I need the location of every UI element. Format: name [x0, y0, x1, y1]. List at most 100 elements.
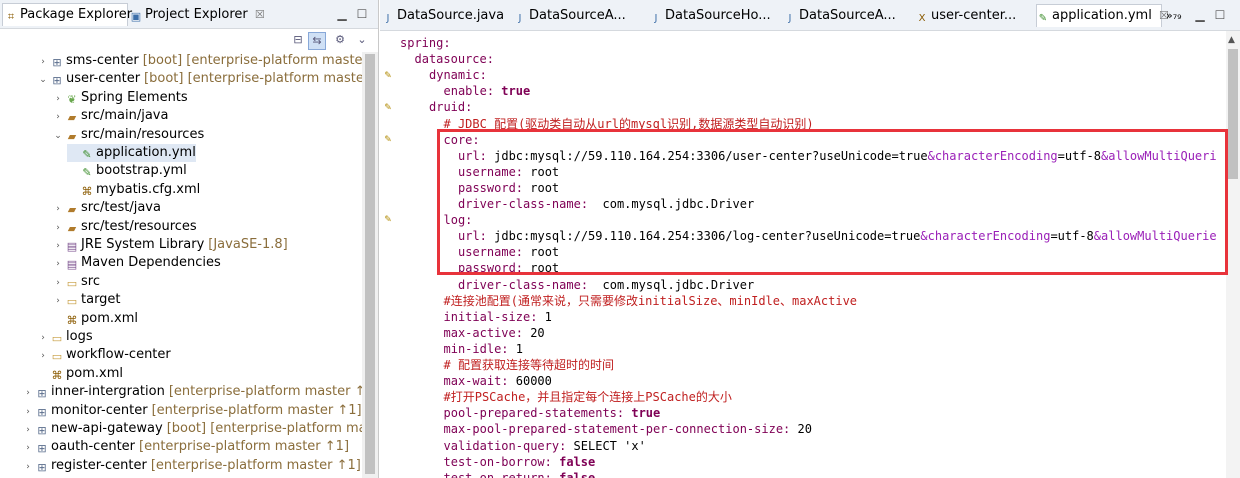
- expand-arrow-icon[interactable]: ›: [52, 219, 64, 237]
- expand-arrow-icon[interactable]: ›: [52, 237, 64, 255]
- tree-item-decoration: [boot] [enterprise-platform master ↑1: [144, 71, 362, 87]
- tree-item[interactable]: › ▤ JRE System Library [JavaSE-1.8]: [52, 236, 288, 254]
- warning-marker-icon[interactable]: ✎: [382, 134, 394, 146]
- tree-item[interactable]: ⌄ ▰ src/main/resources: [52, 126, 204, 144]
- tree-item[interactable]: › ▰ src/main/java: [52, 107, 168, 125]
- warning-marker-icon[interactable]: ✎: [382, 70, 394, 82]
- xml-file-icon: X: [918, 13, 926, 24]
- tree-item[interactable]: › ⊞ inner-intergration [enterprise-platform…: [22, 383, 362, 401]
- warning-marker-icon[interactable]: ✎: [382, 102, 394, 114]
- filters-icon[interactable]: ⚙: [332, 32, 348, 48]
- expand-arrow-icon[interactable]: ›: [52, 274, 64, 292]
- tree-item[interactable]: › ▤ Maven Dependencies: [52, 254, 221, 272]
- tree-item-label: mybatis.cfg.xml: [96, 181, 201, 197]
- tree-item[interactable]: › ▰ src/test/java: [52, 199, 161, 217]
- yaml-value: true: [501, 84, 531, 99]
- close-icon[interactable]: ☒: [255, 8, 265, 21]
- expand-arrow-icon[interactable]: ›: [22, 403, 34, 421]
- expand-arrow-icon[interactable]: ›: [22, 384, 34, 402]
- expand-arrow-icon[interactable]: ›: [52, 108, 64, 126]
- editor-tab-datasourcea-2[interactable]: J DataSourceA...: [784, 5, 912, 27]
- editor-scrollbar[interactable]: ▲: [1226, 31, 1240, 478]
- scroll-up-icon[interactable]: ▲: [1228, 35, 1235, 45]
- yaml-key: validation-query:: [443, 438, 574, 453]
- code-line: test-on-borrow: false: [444, 454, 596, 470]
- tree-item-label: inner-intergration: [51, 384, 165, 400]
- expand-arrow-icon[interactable]: ›: [52, 200, 64, 218]
- expand-arrow-icon[interactable]: ›: [22, 458, 34, 476]
- collapse-arrow-icon[interactable]: ⌄: [37, 71, 49, 89]
- tree-item-label: pom.xml: [66, 365, 123, 381]
- expand-arrow-icon[interactable]: ›: [22, 421, 34, 439]
- expand-arrow-icon[interactable]: ›: [52, 90, 64, 108]
- maximize-icon[interactable]: ☐: [1212, 7, 1228, 23]
- code-line: # 配置获取连接等待超时的时间: [444, 357, 614, 373]
- more-tabs-button[interactable]: »₇₉: [1166, 5, 1190, 27]
- warning-marker-icon[interactable]: ✎: [382, 214, 394, 226]
- yaml-key: enable:: [443, 84, 502, 99]
- expand-arrow-icon[interactable]: ›: [52, 292, 64, 310]
- editor-tab-datasourcea-1[interactable]: J DataSourceA...: [514, 5, 642, 27]
- yaml-value: false: [559, 470, 596, 478]
- scrollbar-thumb[interactable]: [365, 54, 375, 474]
- tree-item[interactable]: › ▭ src: [52, 273, 100, 291]
- tree-item[interactable]: ✎ application.yml: [67, 144, 196, 162]
- expand-arrow-icon[interactable]: ›: [52, 255, 64, 273]
- expand-arrow-icon[interactable]: ›: [22, 439, 34, 457]
- link-with-editor-icon[interactable]: ⇆: [308, 32, 326, 50]
- tree-scrollbar[interactable]: [362, 52, 378, 478]
- project-tree: › ⊞ sms-center [boot] [enterprise-platform …: [0, 52, 362, 478]
- editor-tab-datasourceho[interactable]: J DataSourceHo...: [650, 5, 778, 27]
- tree-item[interactable]: ⌘ pom.xml: [52, 310, 138, 328]
- editor-tab-application-yml[interactable]: ✎ application.yml ☒: [1036, 4, 1169, 27]
- editor-tab-datasource-java[interactable]: J DataSource.java: [382, 5, 510, 27]
- tree-item[interactable]: › ▭ workflow-center: [37, 346, 171, 364]
- tree-item[interactable]: › ▭ target: [52, 291, 120, 310]
- tree-item[interactable]: › ⊞ new-api-gateway [boot] [enterprise-plat…: [22, 420, 362, 438]
- scrollbar-thumb[interactable]: [1228, 49, 1238, 179]
- view-menu-icon[interactable]: ⌄: [354, 32, 370, 48]
- tab-label: user-center...: [931, 8, 1017, 23]
- code-comment: #连接池配置(通常来说，只需要修改initialSize、minIdle、max…: [443, 293, 858, 308]
- tree-item[interactable]: ⌘ mybatis.cfg.xml: [67, 181, 201, 199]
- source-folder-icon: ▰: [67, 221, 77, 235]
- yaml-value: com.mysql.jdbc.Driver: [602, 277, 755, 292]
- tab-package-explorer[interactable]: ⌗ Package Explorer: [2, 3, 132, 26]
- tree-item[interactable]: › ⊞ register-center [enterprise-platform ma…: [22, 457, 361, 475]
- yaml-key: max-pool-prepared-statement-per-connecti…: [443, 422, 798, 437]
- yaml-value: false: [559, 454, 596, 469]
- tab-label: DataSourceA...: [799, 8, 896, 23]
- maximize-icon[interactable]: ☐: [354, 6, 370, 22]
- tree-item-label: logs: [66, 329, 93, 344]
- yaml-key: min-idle:: [443, 341, 516, 356]
- tree-item[interactable]: › ❦ Spring Elements: [52, 89, 188, 107]
- tree-item[interactable]: › ⊞ oauth-center [enterprise-platform maste…: [22, 438, 349, 456]
- tab-project-explorer[interactable]: ▣ Project Explorer ☒: [128, 4, 265, 26]
- tree-item[interactable]: ⌘ pom.xml: [37, 365, 123, 383]
- source-folder-icon: ▰: [67, 111, 77, 125]
- expand-arrow-icon[interactable]: ›: [37, 53, 49, 71]
- collapse-arrow-icon[interactable]: ⌄: [52, 127, 64, 145]
- yaml-value: SELECT 'x': [573, 438, 646, 453]
- source-folder-icon: ▰: [67, 129, 77, 143]
- tree-item[interactable]: › ⊞ monitor-center [enterprise-platform mas…: [22, 402, 361, 421]
- expand-arrow-icon[interactable]: ›: [37, 329, 49, 347]
- yaml-key: spring:: [400, 36, 451, 50]
- tree-item[interactable]: › ▭ logs: [37, 328, 93, 347]
- minimize-icon[interactable]: ▁: [334, 6, 350, 22]
- editor-tab-user-center-pom[interactable]: Xuser-center...: [916, 5, 1034, 27]
- expand-arrow-icon[interactable]: ›: [37, 347, 49, 365]
- tree-item[interactable]: › ▰ src/test/resources: [52, 218, 197, 236]
- yaml-key: max-active:: [443, 325, 531, 340]
- collapse-all-icon[interactable]: ⊟: [290, 32, 306, 48]
- yaml-key: test-on-borrow:: [443, 454, 560, 469]
- code-comment: # 配置获取连接等待超时的时间: [443, 358, 614, 372]
- tree-item-label: Maven Dependencies: [81, 255, 221, 271]
- code-line: enable: true: [444, 83, 531, 99]
- tree-item-label: src/main/java: [81, 108, 169, 124]
- tree-item[interactable]: ⌄ ⊞ user-center [boot] [enterprise-platform…: [37, 70, 362, 88]
- tree-item[interactable]: › ⊞ sms-center [boot] [enterprise-platform …: [37, 52, 362, 70]
- minimize-icon[interactable]: ▁: [1192, 7, 1208, 23]
- tree-item[interactable]: ✎ bootstrap.yml: [67, 162, 186, 180]
- tree-item-decoration: [boot] [enterprise-platform master ↑1: [142, 53, 362, 68]
